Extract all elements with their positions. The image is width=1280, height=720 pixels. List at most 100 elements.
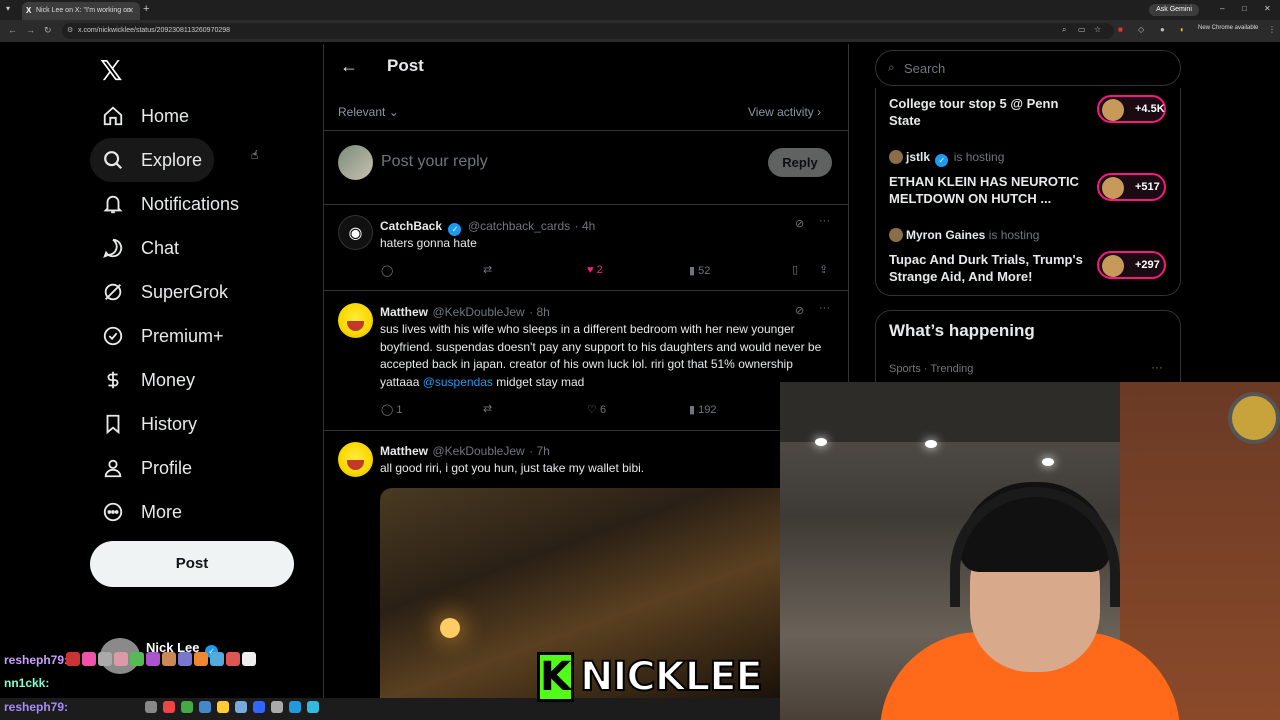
reply-button[interactable]: ◯ 1 <box>381 403 403 416</box>
new-tab-icon[interactable]: + <box>143 3 149 15</box>
views-button[interactable]: ▮ 52 <box>689 264 710 277</box>
lamp-glow <box>440 618 460 638</box>
tweet-time[interactable]: · 4h <box>575 219 596 233</box>
space-title[interactable]: Tupac And Durk Trials, Trump's Strange A… <box>889 251 1089 285</box>
emote <box>66 652 80 666</box>
bookmark-icon[interactable]: ▯ <box>792 263 798 276</box>
grok-icon <box>104 283 122 301</box>
mention-link[interactable]: @suspendas <box>423 375 493 389</box>
space-listeners-pill[interactable]: +517 <box>1097 173 1166 201</box>
like-button[interactable]: ♡ 6 <box>587 403 606 416</box>
share-icon[interactable]: ⇪ <box>819 263 828 276</box>
nav-chat[interactable]: Chat <box>90 226 191 270</box>
repost-icon[interactable]: ⇄ <box>483 402 492 415</box>
author-name[interactable]: Matthew <box>380 305 428 319</box>
search-input[interactable] <box>904 59 1164 77</box>
nav-profile[interactable]: Profile <box>90 446 204 490</box>
author-handle[interactable]: @KekDoubleJew <box>432 444 524 458</box>
tweet-time[interactable]: · 8h <box>529 305 550 319</box>
folder-icon[interactable] <box>217 701 229 713</box>
nav-money[interactable]: Money <box>90 358 207 402</box>
update-badge[interactable]: New Chrome available <box>1198 25 1258 31</box>
trend-meta[interactable]: Sports · Trending <box>889 363 973 375</box>
site-info-icon[interactable]: ⚙ <box>67 26 73 34</box>
app-icon[interactable] <box>181 701 193 713</box>
app-icon[interactable] <box>289 701 301 713</box>
emote <box>82 652 96 666</box>
ask-gemini-button[interactable]: Ask Gemini <box>1149 4 1199 16</box>
minimize-icon[interactable]: – <box>1220 4 1224 13</box>
sort-dropdown[interactable]: Relevant ⌄ <box>338 105 399 119</box>
space-listeners-pill[interactable]: +297 <box>1097 251 1166 279</box>
profile-icon[interactable]: ● <box>1160 25 1165 34</box>
file-explorer-icon[interactable] <box>145 701 157 713</box>
nav-history[interactable]: History <box>90 402 209 446</box>
app-icon[interactable] <box>253 701 265 713</box>
browser-back-icon[interactable]: ← <box>8 25 17 35</box>
extension2-icon[interactable]: ◐ <box>1180 25 1185 34</box>
reload-icon[interactable]: ↻ <box>44 25 52 36</box>
host-name[interactable]: jstlk <box>906 150 930 164</box>
app-icon[interactable] <box>199 701 211 713</box>
grok-icon[interactable]: ⊘ <box>795 304 804 317</box>
space-title[interactable]: College tour stop 5 @ Penn State <box>889 95 1089 129</box>
window-close-icon[interactable]: ✕ <box>1264 4 1271 13</box>
more-options-icon[interactable]: ··· <box>819 302 830 314</box>
nav-label: Money <box>141 369 196 390</box>
more-options-icon[interactable]: ··· <box>819 215 830 227</box>
views-button[interactable]: ▮ 192 <box>689 403 716 416</box>
host-suffix: is hosting <box>953 150 1005 164</box>
repost-icon[interactable]: ⇄ <box>483 263 492 276</box>
back-arrow-icon[interactable]: ← <box>340 56 358 77</box>
search-box[interactable]: ⌕ <box>875 50 1181 86</box>
reply-icon[interactable]: ◯ <box>381 264 393 277</box>
nav-premium[interactable]: Premium+ <box>90 314 236 358</box>
bookmark-star-icon[interactable]: ☆ <box>1094 25 1101 34</box>
more-options-icon[interactable]: ··· <box>1151 360 1163 374</box>
avatar[interactable]: ◉ <box>338 215 373 250</box>
space-title[interactable]: ETHAN KLEIN HAS NEUROTIC MELTDOWN ON HUT… <box>889 173 1089 207</box>
author-name[interactable]: Matthew <box>380 444 428 458</box>
host-avatar <box>889 228 903 242</box>
zoom-icon[interactable]: ⌕ <box>1062 25 1066 35</box>
grok-icon[interactable]: ⊘ <box>795 217 804 230</box>
app-icon[interactable] <box>271 701 283 713</box>
view-activity-label: View activity <box>748 105 814 119</box>
space-listeners-pill[interactable]: +4.5K <box>1097 95 1166 123</box>
avatar[interactable] <box>338 303 373 338</box>
x-logo[interactable]: 𝕏 <box>100 54 123 87</box>
chrome-menu-icon[interactable]: ⋮ <box>1268 25 1276 34</box>
avatar[interactable] <box>338 145 373 180</box>
nav-label: Home <box>141 105 190 126</box>
browser-forward-icon[interactable]: → <box>26 25 35 35</box>
reply-input[interactable]: Post your reply <box>381 153 488 171</box>
author-handle[interactable]: @catchback_cards <box>468 219 570 233</box>
mouse-cursor-icon: ☝ <box>251 148 259 162</box>
cast-icon[interactable]: ▭ <box>1078 25 1086 34</box>
nav-home[interactable]: Home <box>90 94 201 138</box>
view-activity-link[interactable]: View activity › <box>748 105 821 119</box>
tab-close-icon[interactable]: ✕ <box>127 6 134 15</box>
post-button[interactable]: Post <box>90 541 294 587</box>
nav-more[interactable]: More <box>90 490 194 534</box>
address-bar[interactable]: ⚙ x.com/nickwicklee/status/2092308113260… <box>62 23 1114 39</box>
nav-supergrok[interactable]: SuperGrok <box>90 270 240 314</box>
author-handle[interactable]: @KekDoubleJew <box>432 305 524 319</box>
app-icon[interactable] <box>307 701 319 713</box>
host-name[interactable]: Myron Gaines <box>906 228 985 242</box>
extension-icon[interactable]: ■ <box>1118 25 1123 34</box>
browser-tab-strip: ▾ X Nick Lee on X: "I'm working on ✕ + A… <box>0 0 1280 20</box>
app-icon[interactable] <box>235 701 247 713</box>
reply-button[interactable]: Reply <box>768 148 832 177</box>
tab-search-icon[interactable]: ▾ <box>6 4 10 13</box>
avatar[interactable] <box>338 442 373 477</box>
author-name[interactable]: CatchBack <box>380 219 442 233</box>
chrome-icon[interactable] <box>163 701 175 713</box>
extensions-icon[interactable]: ◇ <box>1138 25 1144 34</box>
like-button[interactable]: ♥ 2 <box>587 264 603 276</box>
nav-notifications[interactable]: Notifications <box>90 182 251 226</box>
nav-explore[interactable]: Explore <box>90 138 215 182</box>
maximize-icon[interactable]: □ <box>1242 4 1247 13</box>
browser-tab[interactable]: X Nick Lee on X: "I'm working on ✕ <box>22 2 140 20</box>
tweet-time[interactable]: · 7h <box>529 444 550 458</box>
